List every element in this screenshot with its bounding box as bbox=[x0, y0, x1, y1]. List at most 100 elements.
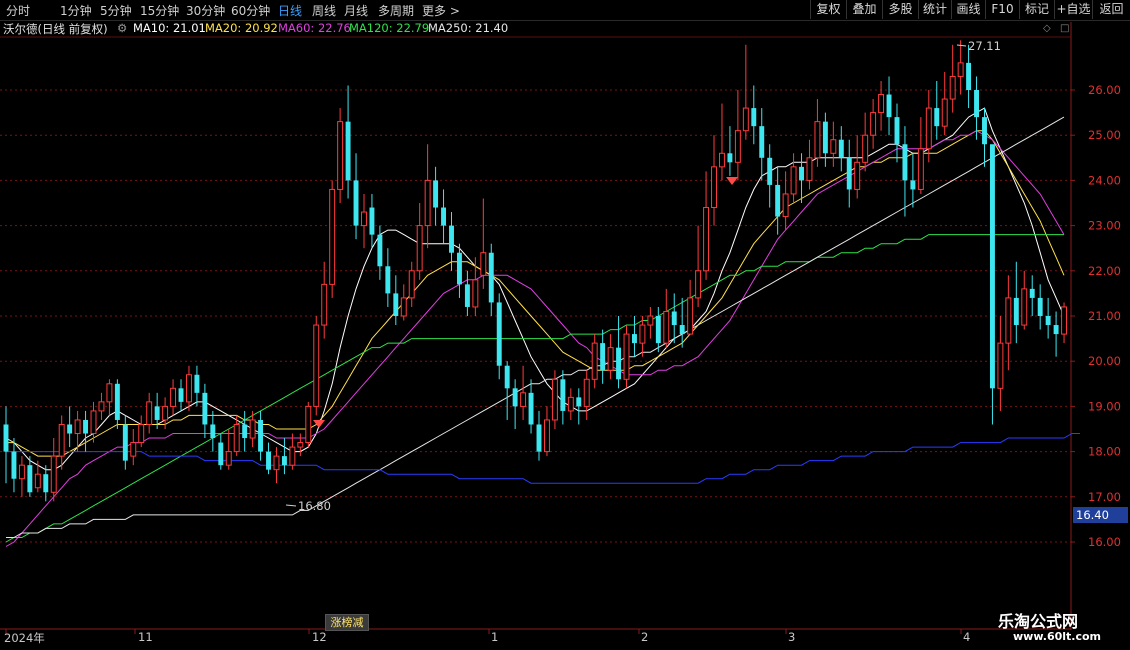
candle-body-down bbox=[281, 456, 287, 466]
candle-body-up bbox=[734, 130, 741, 163]
candle-body-up bbox=[58, 423, 65, 457]
y-tick-label: 20.00 bbox=[1088, 354, 1121, 368]
candle-body-down bbox=[631, 334, 637, 344]
candle-body-down bbox=[345, 121, 351, 181]
time-label-1: 1 bbox=[491, 630, 499, 644]
candle-body-up bbox=[50, 455, 57, 493]
candle-body-up bbox=[949, 75, 956, 100]
candle-body-up bbox=[719, 152, 725, 168]
candle-body-up bbox=[186, 374, 192, 403]
candle-body-up bbox=[997, 342, 1004, 389]
candle-body-down bbox=[393, 293, 399, 316]
candle-body-down bbox=[194, 374, 200, 393]
candlestick-chart: 16.00 17.00 18.00 19.00 20.00 21.00 22.00 23.00… bbox=[0, 22, 1121, 634]
candle-body-up bbox=[925, 107, 932, 150]
candle-body-down bbox=[242, 424, 248, 439]
high-pointer bbox=[956, 44, 967, 47]
candle-body-up bbox=[1061, 306, 1068, 335]
time-label-4: 4 bbox=[963, 630, 971, 644]
y-tick-label: 19.00 bbox=[1088, 399, 1121, 413]
candle-body-down bbox=[775, 184, 781, 217]
candle-body-up bbox=[957, 62, 964, 77]
candle-body-up bbox=[782, 193, 789, 218]
candle-body-up bbox=[225, 451, 232, 466]
candle-body-down bbox=[496, 302, 502, 366]
candle-body-down bbox=[536, 424, 542, 452]
candle-body-down bbox=[202, 392, 208, 425]
candle-body-up bbox=[273, 455, 280, 471]
candle-body-down bbox=[560, 379, 566, 411]
candle-body-down bbox=[353, 180, 359, 226]
candle-body-down bbox=[154, 406, 160, 420]
candle-body-up bbox=[623, 333, 630, 380]
candle-body-down bbox=[894, 117, 900, 145]
y-tick-label: 18.00 bbox=[1088, 445, 1121, 459]
candle-body-up bbox=[146, 401, 153, 425]
signal-badge: 涨榜减 bbox=[325, 614, 369, 631]
candle-body-up bbox=[663, 310, 670, 344]
candle-body-down bbox=[512, 388, 518, 407]
time-label-2024: 2024年 bbox=[4, 631, 45, 645]
candle-body-down bbox=[377, 234, 383, 267]
y-tick-label: 24.00 bbox=[1088, 173, 1121, 187]
candle-body-up bbox=[941, 98, 948, 127]
y-tick-label: 17.00 bbox=[1088, 490, 1121, 504]
candle-body-up bbox=[878, 94, 885, 114]
candle-body-down bbox=[1053, 325, 1059, 335]
candle-body-up bbox=[249, 419, 256, 439]
candle-body-up bbox=[830, 139, 837, 154]
ma-line-ma120 bbox=[5, 234, 1064, 543]
candle-body-up bbox=[607, 347, 614, 371]
candle-body-down bbox=[464, 284, 470, 307]
low-pointer bbox=[285, 504, 297, 507]
candle-body-up bbox=[337, 121, 344, 190]
watermark-title: 乐淘公式网 bbox=[998, 612, 1079, 631]
candle-body-up bbox=[170, 387, 177, 407]
candle-body-down bbox=[767, 157, 773, 185]
candle-body-up bbox=[567, 396, 574, 412]
candle-body-down bbox=[600, 343, 606, 371]
candle-body-down bbox=[433, 180, 439, 208]
candle-body-down bbox=[1013, 297, 1019, 326]
last-price-tag: 16.40 bbox=[1073, 507, 1128, 523]
candle-body-up bbox=[583, 378, 590, 407]
candle-body-down bbox=[114, 383, 120, 420]
candle-body-up bbox=[90, 410, 97, 435]
time-label-3: 3 bbox=[788, 630, 796, 644]
candle-body-down bbox=[178, 388, 184, 402]
candle-body-down bbox=[679, 325, 685, 335]
candle-body-up bbox=[806, 157, 813, 181]
candle-body-up bbox=[408, 270, 415, 299]
y-tick-label: 16.00 bbox=[1088, 535, 1121, 549]
y-tick-label: 23.00 bbox=[1088, 219, 1121, 233]
candle-body-down bbox=[1029, 288, 1035, 298]
candle-body-up bbox=[289, 446, 296, 466]
candle-body-up bbox=[854, 161, 861, 190]
candle-body-down bbox=[218, 442, 224, 466]
candle-body-up bbox=[917, 148, 924, 190]
y-tick-label: 21.00 bbox=[1088, 309, 1121, 323]
candle-body-up bbox=[98, 401, 105, 412]
signal-marker bbox=[313, 420, 325, 428]
candle-body-down bbox=[3, 424, 9, 452]
y-tick-label: 22.00 bbox=[1088, 264, 1121, 278]
candle-body-up bbox=[1005, 297, 1012, 344]
candle-body-down bbox=[886, 94, 892, 118]
candle-body-down bbox=[27, 465, 33, 493]
candle-body-down bbox=[210, 424, 216, 439]
candle-body-up bbox=[551, 378, 558, 421]
low-label: 16.80 bbox=[298, 499, 331, 513]
candle-body-down bbox=[934, 108, 940, 127]
candle-body-up bbox=[138, 423, 145, 444]
candle-body-up bbox=[233, 423, 240, 453]
candle-body-up bbox=[870, 112, 877, 136]
candle-body-up bbox=[711, 166, 717, 209]
candle-body-up bbox=[74, 419, 81, 435]
candle-body-up bbox=[130, 442, 137, 457]
candle-body-down bbox=[449, 225, 454, 253]
ma-line-blue bbox=[6, 433, 1080, 484]
candle-body-up bbox=[520, 392, 527, 407]
candle-body-up bbox=[639, 324, 646, 344]
candle-body-down bbox=[528, 392, 534, 425]
candle-body-up bbox=[329, 188, 336, 285]
